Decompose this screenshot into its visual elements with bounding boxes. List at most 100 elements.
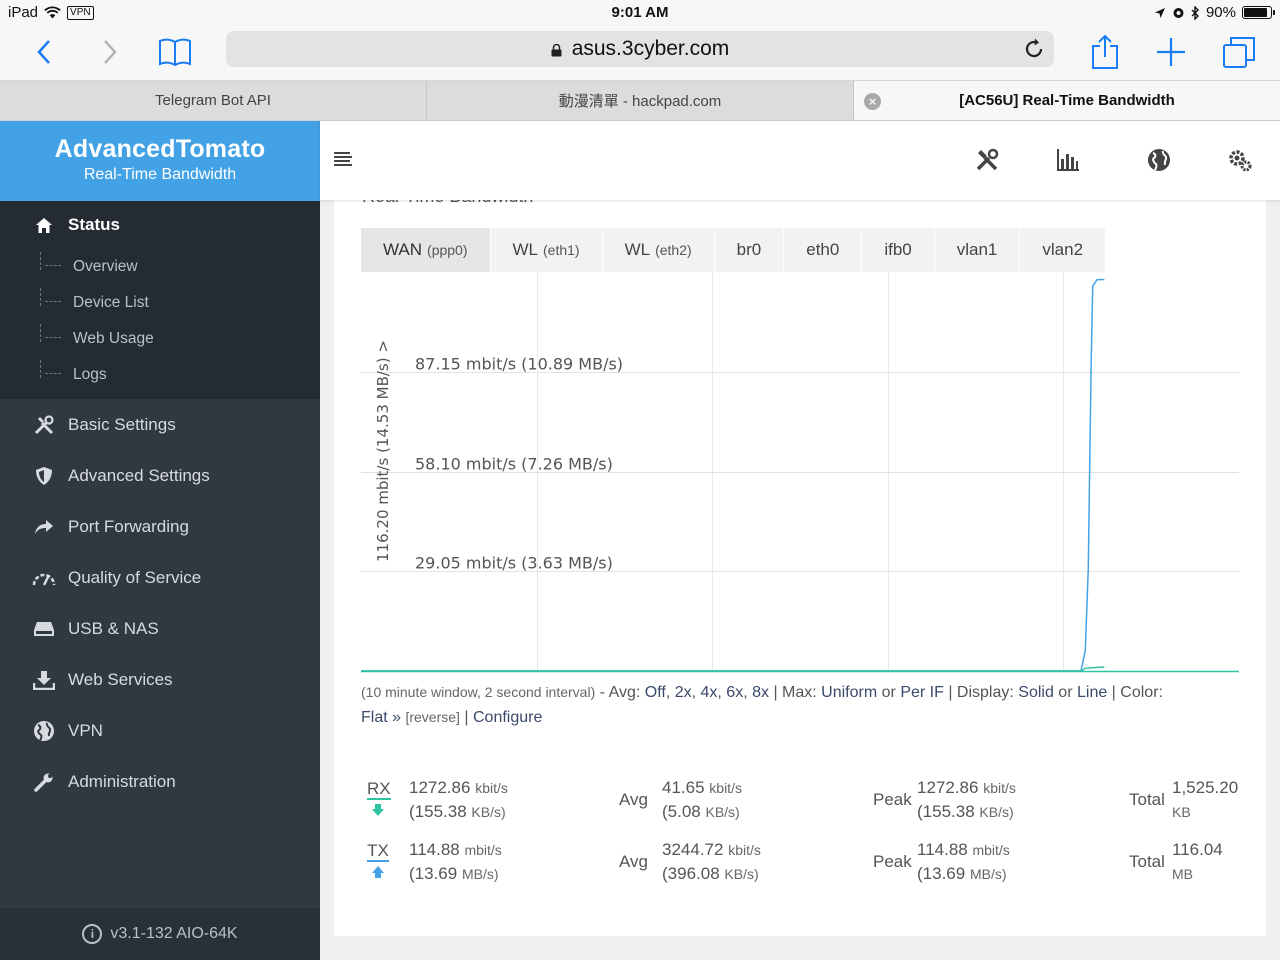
sidebar-item-status[interactable]: Status (0, 201, 320, 249)
max-uniform-link[interactable]: Uniform (821, 684, 877, 701)
color-label: Color: (1120, 684, 1163, 701)
tab-label: vlan1 (956, 240, 998, 259)
url-text: asus.3cyber.com (571, 37, 730, 60)
speedometer-icon (32, 567, 56, 589)
sidebar-subitem-web-usage[interactable]: Web Usage (0, 321, 320, 357)
rx-peak-label: Peak (873, 790, 912, 809)
battery-percent: 90% (1205, 4, 1236, 21)
sidebar-subitem-device-list[interactable]: Device List (0, 285, 320, 321)
max-perif-link[interactable]: Per IF (900, 684, 944, 701)
bluetooth-icon (1191, 5, 1199, 20)
tx-avg-label: Avg (619, 852, 648, 871)
sidebar-item-administration[interactable]: Administration (0, 756, 320, 807)
download-icon (32, 669, 56, 691)
display-label: Display: (956, 684, 1014, 701)
stats-row-rx: RX 1272.86 kbit/s (155.38 KB/s) Avg 41.65… (361, 776, 1241, 838)
sidebar-subitem-overview[interactable]: Overview (0, 249, 320, 285)
sidebar-subitem-logs[interactable]: Logs (0, 357, 320, 393)
globe-icon (32, 720, 56, 742)
sidebar-item-label: Basic Settings (68, 414, 176, 434)
avg-4x-link[interactable]: 4x (701, 684, 718, 701)
tab-wan-ppp0[interactable]: WAN (ppp0) (361, 228, 491, 272)
reload-icon[interactable] (1022, 37, 1046, 61)
bookmarks-icon[interactable] (153, 30, 197, 74)
display-line-link[interactable]: Line (1077, 684, 1107, 701)
shield-icon (32, 465, 56, 487)
interface-tabs: WAN (ppp0) WL (eth1) WL (eth2) br0 eth0 ifb… (361, 228, 1107, 272)
tab-vlan2[interactable]: vlan2 (1020, 228, 1107, 272)
globe-icon[interactable] (1146, 147, 1172, 173)
sidebar-item-label: VPN (68, 720, 103, 740)
sidebar-item-label: Administration (68, 771, 176, 791)
sidebar-item-usb-nas[interactable]: USB & NAS (0, 603, 320, 654)
window-note: (10 minute window, 2 second interval) (361, 684, 596, 700)
rx-label: RX (367, 779, 391, 800)
sidebar-item-label: Web Services (68, 669, 173, 689)
drive-icon (32, 618, 56, 640)
configure-link[interactable]: Configure (473, 709, 542, 726)
tools-icon[interactable] (974, 147, 1000, 173)
tab-device: (eth1) (543, 242, 580, 258)
browser-toolbar: asus.3cyber.com (0, 26, 1280, 80)
stats-table: RX 1272.86 kbit/s (155.38 KB/s) Avg 41.65… (361, 776, 1241, 900)
brand-header[interactable]: AdvancedTomato Real-Time Bandwidth (0, 121, 320, 201)
series-line-rx (361, 666, 1105, 672)
settings-gears-icon[interactable] (1227, 147, 1253, 173)
avg-6x-link[interactable]: 6x (726, 684, 743, 701)
sidebar-item-basic-settings[interactable]: Basic Settings (0, 399, 320, 450)
sidebar-item-port-forwarding[interactable]: Port Forwarding (0, 501, 320, 552)
tools-icon (32, 414, 56, 436)
status-nav-group: Status Overview Device List Web Usage Lo… (0, 201, 320, 399)
sidebar-subitem-label: Web Usage (73, 330, 154, 347)
tab-wl-eth2[interactable]: WL (eth2) (602, 228, 715, 272)
tab-br0[interactable]: br0 (714, 228, 785, 272)
avg-2x-link[interactable]: 2x (675, 684, 692, 701)
tab-device: (ppp0) (427, 242, 468, 258)
rx-current: 1272.86 kbit/s (155.38 KB/s) (409, 778, 508, 821)
version-text: v3.1-132 AIO-64K (110, 925, 238, 942)
sidebar-item-vpn[interactable]: VPN (0, 705, 320, 756)
tab-title: [AC56U] Real-Time Bandwidth (959, 92, 1175, 109)
bandwidth-chart-svg: 87.15 mbit/s (10.89 MB/s) 58.10 mbit/s (7… (361, 272, 1239, 673)
graph-options: (10 minute window, 2 second interval) - … (361, 684, 1163, 726)
browser-tab[interactable]: Telegram Bot API (0, 81, 427, 120)
sidebar-item-advanced-settings[interactable]: Advanced Settings (0, 450, 320, 501)
wrench-icon (32, 771, 56, 793)
tab-wl-eth1[interactable]: WL (eth1) (490, 228, 603, 272)
sidebar-item-qos[interactable]: Quality of Service (0, 552, 320, 603)
new-tab-icon[interactable] (1149, 30, 1193, 74)
stats-row-tx: TX 114.88 mbit/s (13.69 MB/s) Avg 3244.72… (361, 838, 1241, 900)
gridline-label: 29.05 mbit/s (3.63 MB/s) (415, 554, 613, 573)
forward-icon[interactable] (88, 30, 132, 74)
menu-toggle-icon[interactable] (332, 149, 354, 171)
arrow-down-icon (372, 804, 384, 816)
sidebar-subitem-label: Logs (73, 366, 107, 383)
color-reverse-link[interactable]: [reverse] (405, 709, 459, 725)
display-solid-link[interactable]: Solid (1018, 684, 1054, 701)
address-bar[interactable]: asus.3cyber.com (226, 31, 1054, 67)
browser-tab[interactable]: 動漫清單 - hackpad.com (427, 81, 854, 120)
tab-label: WAN (383, 240, 423, 259)
browser-tabs: Telegram Bot API 動漫清單 - hackpad.com × [A… (0, 80, 1280, 121)
tab-device: (eth2) (655, 242, 692, 258)
close-tab-icon[interactable]: × (864, 93, 881, 110)
tab-vlan1[interactable]: vlan1 (934, 228, 1021, 272)
info-icon: i (82, 924, 103, 944)
tab-ifb0[interactable]: ifb0 (862, 228, 935, 272)
tab-label: eth0 (806, 240, 840, 259)
share-icon[interactable] (1083, 30, 1127, 74)
color-flat-link[interactable]: Flat » (361, 709, 401, 726)
tab-eth0[interactable]: eth0 (784, 228, 863, 272)
sidebar: AdvancedTomato Real-Time Bandwidth Statu… (0, 121, 320, 960)
avg-8x-link[interactable]: 8x (752, 684, 769, 701)
avg-off-link[interactable]: Off (645, 684, 666, 701)
browser-tab-active[interactable]: × [AC56U] Real-Time Bandwidth (854, 81, 1280, 120)
sidebar-item-label: Port Forwarding (68, 516, 189, 536)
sidebar-item-web-services[interactable]: Web Services (0, 654, 320, 705)
tab-label: WL (624, 240, 651, 259)
back-icon[interactable] (22, 30, 66, 74)
brand-subtitle: Real-Time Bandwidth (83, 166, 237, 183)
tabs-overview-icon[interactable] (1217, 30, 1261, 74)
bar-chart-icon[interactable] (1055, 147, 1081, 173)
tab-title: Telegram Bot API (155, 92, 271, 109)
